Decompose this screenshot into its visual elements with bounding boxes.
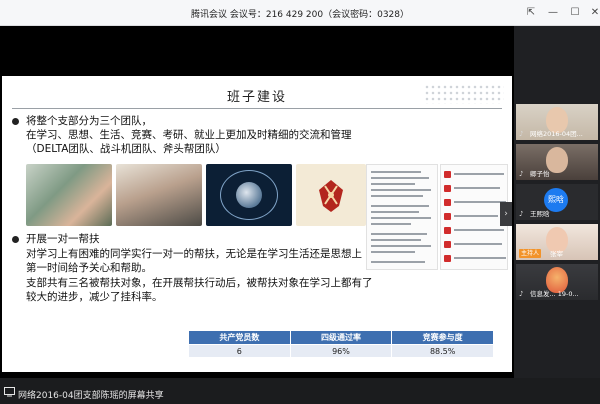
bullet-line: （DELTA团队、战斗机团队、斧头帮团队）	[26, 143, 226, 155]
close-icon[interactable]: ✕	[588, 6, 600, 20]
pdf-file-list	[440, 164, 508, 270]
participant-gallery: ♪ 网络2016-04团... ♪ 卿子怡 熙晗 ♪ 王熙晗 主持人 张宰 ♪ …	[514, 26, 600, 378]
pdf-icon	[444, 171, 451, 178]
pdf-icon	[444, 185, 451, 192]
status-bar: 网络2016-04团支部陈瑶的屏幕共享	[0, 378, 600, 404]
maximize-icon[interactable]: ☐	[568, 6, 582, 20]
participant-tile[interactable]: 熙晗 ♪ 王熙晗	[516, 184, 598, 220]
axe-emblem-icon	[319, 180, 343, 212]
table-cell: 96%	[289, 344, 393, 358]
globe-diagram-image	[206, 164, 292, 226]
table-header: 四级通过率	[289, 330, 393, 345]
pdf-icon	[444, 213, 451, 220]
group-photo-image	[26, 164, 112, 226]
table-header-row: 共产党员数 四级通过率 竞赛参与度	[188, 330, 494, 345]
bullet-dot-icon	[12, 118, 19, 125]
shared-screen-area: 班子建设 将整个支部分为三个团队， 在学习、思想、生活、竞赛、考研、就业上更加及…	[0, 26, 514, 378]
title-bar: 腾讯会议 会议号：216 429 200（会议密码：0328） ⇱ — ☐ ✕	[0, 0, 600, 26]
table-header: 竞赛参与度	[391, 330, 494, 345]
mic-icon: ♪	[519, 210, 524, 218]
axe-team-emblem-image	[296, 164, 366, 226]
globe-icon	[236, 182, 262, 208]
mic-icon: ♪	[519, 170, 524, 178]
participant-name: 张宰	[550, 250, 563, 258]
pin-icon[interactable]: ⇱	[524, 6, 538, 20]
table-header: 共产党员数	[188, 330, 291, 345]
classroom-photo-image	[116, 164, 202, 226]
participant-tile[interactable]: 主持人 张宰	[516, 224, 598, 260]
stats-table: 共产党员数 四级通过率 竞赛参与度 6 96% 88.5%	[188, 330, 494, 358]
table-row: 6 96% 88.5%	[188, 344, 494, 358]
bullet-line: 对学习上有困难的同学实行一对一的帮扶，无论是在学习生活还是思想上	[26, 247, 362, 260]
meeting-window: 腾讯会议 会议号：216 429 200（会议密码：0328） ⇱ — ☐ ✕ …	[0, 0, 600, 404]
minimize-icon[interactable]: —	[546, 6, 560, 20]
bullet-line: 第一时间给予关心和帮助。	[26, 262, 152, 275]
slide-title: 班子建设	[226, 90, 287, 105]
participant-tile[interactable]: ♪ 卿子怡	[516, 144, 598, 180]
window-title: 腾讯会议 会议号：216 429 200（会议密码：0328）	[190, 10, 410, 20]
participant-name: 王熙晗	[530, 210, 550, 218]
bullet-line: 在学习、思想、生活、竞赛、考研、就业上更加及时精细的交流和管理	[26, 129, 352, 141]
team-photos	[26, 164, 366, 226]
gallery-collapse-icon[interactable]: ›	[500, 202, 512, 226]
bullet-line: 将整个支部分为三个团队，	[26, 115, 152, 127]
table-cell: 88.5%	[391, 344, 494, 358]
slide-title-divider	[12, 108, 502, 109]
bullet-line: 开展一对一帮扶	[26, 233, 100, 245]
mic-icon: ♪	[519, 130, 524, 138]
mic-icon: ♪	[519, 290, 524, 298]
participant-tile[interactable]: ♪ 网络2016-04团...	[516, 104, 598, 140]
participant-name: 卿子怡	[530, 170, 550, 178]
screen-share-icon	[4, 387, 15, 397]
bullet-teams: 将整个支部分为三个团队， 在学习、思想、生活、竞赛、考研、就业上更加及时精细的交…	[10, 114, 430, 156]
screen-share-label: 网络2016-04团支部陈瑶的屏幕共享	[18, 391, 164, 401]
table-cell: 6	[188, 344, 291, 358]
participant-name: 网络2016-04团...	[530, 130, 583, 138]
pdf-icon	[444, 199, 451, 206]
presentation-slide: 班子建设 将整个支部分为三个团队， 在学习、思想、生活、竞赛、考研、就业上更加及…	[2, 76, 512, 372]
bullet-mentoring: 开展一对一帮扶 对学习上有困难的同学实行一对一的帮扶，无论是在学习生活还是思想上…	[10, 232, 450, 305]
bullet-dot-icon	[12, 236, 19, 243]
bullet-line: 较大的进步，减少了挂科率。	[26, 291, 163, 304]
bullet-line: 支部共有三名被帮扶对象，在开展帮扶行动后，被帮扶对象在学习上都有了	[26, 276, 373, 289]
camera-feed	[516, 144, 598, 180]
participant-tile[interactable]: ♪ 信息发... 19-0...	[516, 264, 598, 300]
host-badge: 主持人	[519, 249, 542, 258]
participant-name: 信息发... 19-0...	[530, 290, 579, 298]
